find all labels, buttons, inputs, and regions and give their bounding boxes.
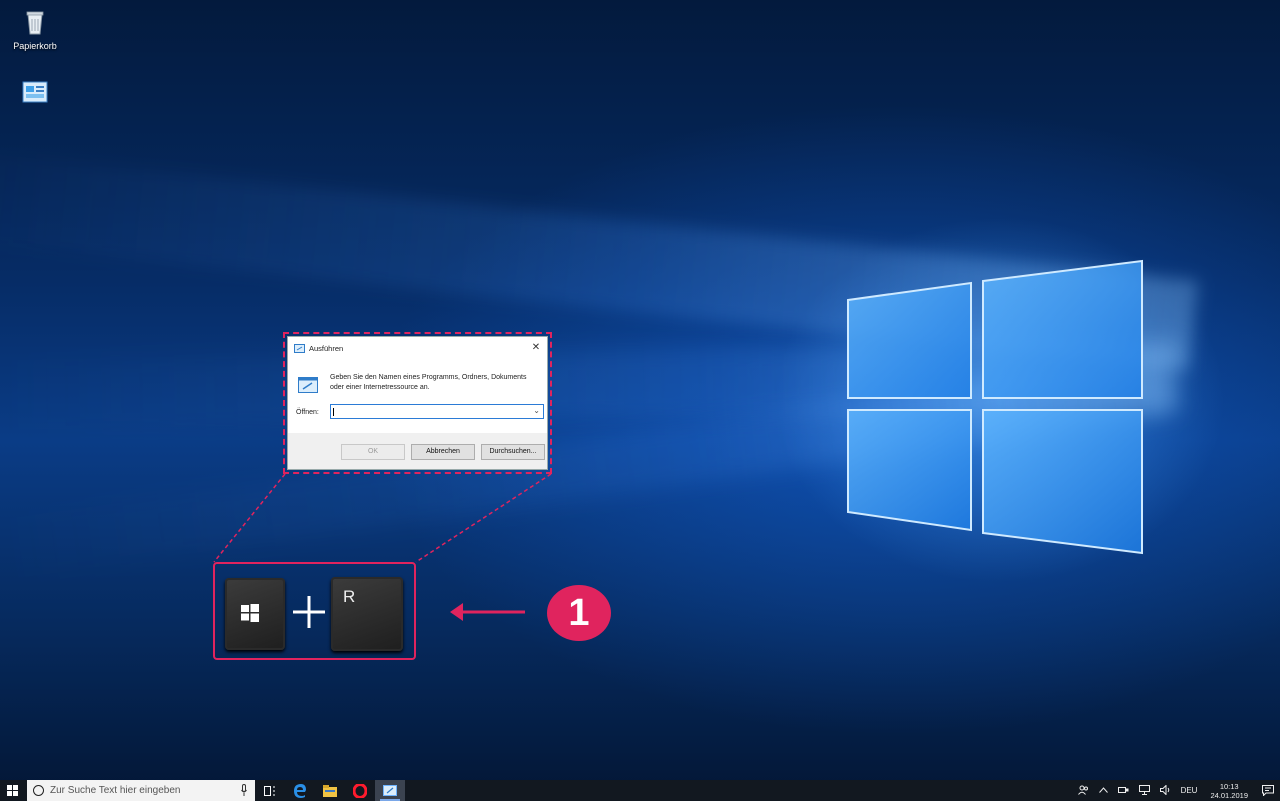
step-number-badge: 1: [547, 585, 611, 641]
opera-icon: [353, 783, 367, 798]
run-icon: [383, 785, 397, 796]
clock[interactable]: 10:13 24.01.2019: [1210, 782, 1248, 800]
windows-logo-icon: [241, 604, 259, 622]
run-program-icon: [298, 377, 318, 393]
notification-icon: [1262, 785, 1274, 796]
browse-button[interactable]: Durchsuchen...: [481, 444, 545, 460]
cortana-icon: [33, 785, 44, 796]
ok-button[interactable]: OK: [341, 444, 405, 460]
control-panel-icon: [22, 81, 48, 103]
desktop-icon-recycle-bin[interactable]: Papierkorb: [0, 6, 70, 51]
taskbar-file-explorer[interactable]: [315, 780, 345, 801]
clock-time: 10:13: [1219, 781, 1239, 791]
volume-icon[interactable]: [1159, 783, 1171, 797]
run-dialog-title: Ausführen: [309, 343, 344, 353]
clock-date: 24.01.2019: [1210, 790, 1248, 800]
shortcut-highlight: R: [213, 562, 416, 660]
desktop-icon-label: Papierkorb: [13, 41, 57, 51]
usb-icon[interactable]: [1117, 786, 1129, 796]
action-center-button[interactable]: [1256, 780, 1280, 801]
open-label: Öffnen:: [296, 409, 319, 416]
search-placeholder: Zur Suche Text hier eingeben: [50, 785, 181, 796]
task-view-button[interactable]: [255, 780, 285, 801]
network-icon[interactable]: [1138, 784, 1150, 797]
edge-icon: [294, 783, 306, 798]
windows-key: [225, 578, 285, 650]
folder-icon: [323, 784, 337, 797]
run-dialog-description: Geben Sie den Namen eines Programms, Ord…: [330, 374, 527, 391]
run-dialog: Ausführen ✕ Geben Sie den Namen eines Pr…: [287, 336, 548, 470]
recycle-bin-icon: [26, 11, 44, 35]
chevron-down-icon[interactable]: ⌄: [533, 406, 540, 415]
text-caret: [333, 408, 334, 416]
run-dialog-highlight: Ausführen ✕ Geben Sie den Namen eines Pr…: [283, 332, 552, 474]
desktop-icon-control-panel[interactable]: [0, 78, 70, 113]
search-box[interactable]: Zur Suche Text hier eingeben: [27, 780, 255, 801]
close-icon[interactable]: ✕: [525, 337, 547, 359]
r-key-label: R: [343, 587, 356, 606]
task-view-icon: [264, 785, 275, 796]
arrow-left-icon: [450, 603, 525, 621]
taskbar-run[interactable]: [375, 780, 405, 801]
start-button[interactable]: [0, 780, 24, 801]
cancel-button[interactable]: Abbrechen: [411, 444, 475, 460]
language-indicator[interactable]: DEU: [1181, 786, 1198, 795]
windows-logo-icon: [6, 785, 18, 796]
open-input[interactable]: ⌄: [330, 404, 544, 419]
wallpaper-windows-logo: [847, 259, 1143, 555]
run-dialog-titlebar[interactable]: Ausführen ✕: [288, 337, 547, 359]
taskbar: Zur Suche Text hier eingeben DEU 10:13 2…: [0, 780, 1280, 801]
chevron-up-icon[interactable]: [1098, 786, 1108, 795]
r-key: R: [331, 577, 403, 651]
people-icon[interactable]: [1077, 785, 1089, 797]
system-tray: DEU 10:13 24.01.2019: [1073, 780, 1280, 801]
run-dialog-button-bar: OK Abbrechen Durchsuchen...: [288, 433, 547, 469]
run-icon: [294, 343, 305, 353]
plus-icon: [293, 596, 325, 628]
taskbar-edge[interactable]: [285, 780, 315, 801]
taskbar-opera[interactable]: [345, 780, 375, 801]
microphone-icon[interactable]: [241, 784, 247, 796]
